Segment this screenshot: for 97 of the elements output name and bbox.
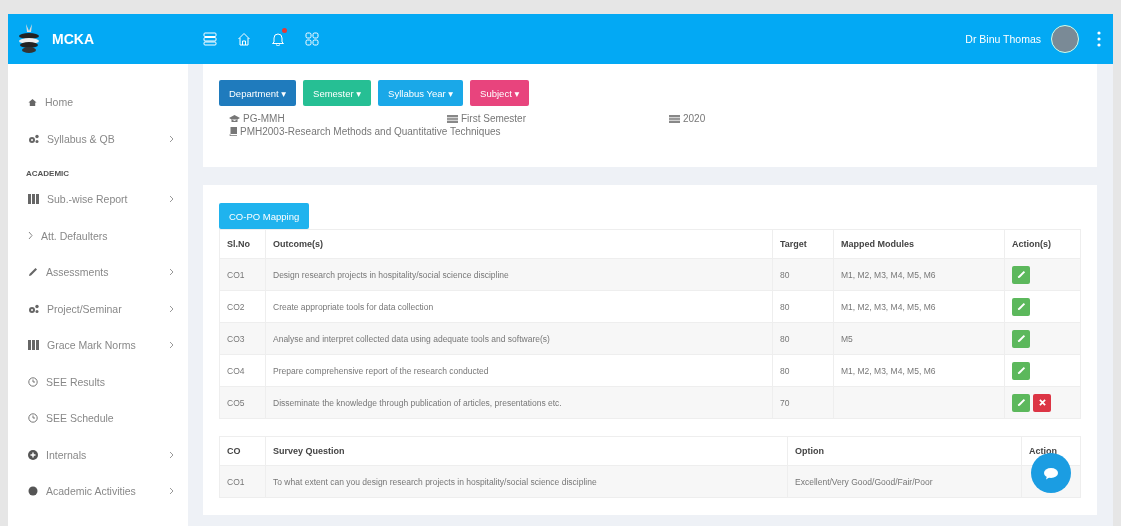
edit-button[interactable]: [1012, 297, 1030, 316]
table-cell: CO1: [227, 269, 245, 280]
chevron-right-icon: [169, 341, 174, 350]
column-header: Action(s): [1012, 239, 1051, 249]
table-cell: CO1: [227, 476, 245, 487]
clock-icon: [28, 413, 38, 424]
chevron-right-icon: [169, 134, 174, 143]
filter-dropdown[interactable]: Department ▾: [219, 80, 297, 106]
sidebar-item[interactable]: Internals: [46, 448, 87, 461]
co-po-mapping-button[interactable]: CO-PO Mapping: [219, 203, 310, 229]
table-cell: 80: [780, 301, 790, 312]
sidebar-item[interactable]: Assessments: [46, 266, 109, 279]
home-icon: [28, 97, 37, 107]
column-header: Action: [1029, 446, 1057, 456]
pencil-icon: [1016, 366, 1026, 375]
chevron-right-icon: [169, 304, 174, 313]
table-cell: M1, M2, M3, M4, M5, M6: [841, 269, 936, 280]
brand-name: MCKA: [52, 31, 94, 47]
book-icon: [229, 127, 237, 136]
section-heading: ACADEMIC: [25, 168, 71, 180]
table-cell: 80: [780, 365, 790, 376]
table-cell: M1, M2, M3, M4, M5, M6: [841, 365, 936, 376]
sidebar-item[interactable]: Sub.-wise Report: [47, 193, 128, 206]
table-cell: To what extent can you design research projects in hospitality/social science discipline: [273, 476, 597, 487]
pencil-icon: [28, 267, 38, 278]
table-cell: Excellent/Very Good/Good/Fair/Poor: [795, 476, 933, 487]
column-header: Sl.No: [227, 239, 250, 249]
table-cell: Design research projects in hospitality/social science discipline: [273, 269, 509, 280]
department-value: PG-MMH: [243, 113, 285, 124]
sidebar-item[interactable]: Syllabus & QB: [47, 132, 115, 145]
sidebar-item[interactable]: SEE Results: [46, 375, 105, 388]
edit-button[interactable]: [1012, 265, 1030, 284]
sidebar-item[interactable]: Att. Defaulters: [41, 229, 108, 242]
graduation-cap-icon: [229, 114, 240, 123]
column-header: Mapped Modules: [841, 239, 914, 249]
speech-bubble-icon: [1043, 466, 1059, 480]
column-header: Option: [795, 446, 824, 456]
table-cell: M5: [841, 333, 853, 344]
gears-icon: [28, 133, 39, 144]
table-cell: 80: [780, 333, 790, 344]
table-cell: CO4: [227, 365, 245, 376]
edit-button[interactable]: [1012, 393, 1030, 412]
filter-dropdown[interactable]: Semester ▾: [303, 80, 372, 106]
chevron-right-icon: [169, 268, 174, 277]
chevron-right-icon: [28, 231, 33, 241]
table-cell: 70: [780, 397, 790, 408]
column-header: Outcome(s): [273, 239, 323, 249]
chevron-right-icon: [169, 487, 174, 496]
subject-value: PMH2003-Research Methods and Quantitative Techniques: [240, 126, 501, 137]
sidebar-item[interactable]: Project/Seminar: [47, 302, 122, 315]
sidebar-item[interactable]: Grace Mark Norms: [47, 339, 136, 352]
grid-icon[interactable]: [305, 32, 319, 46]
table-cell: CO5: [227, 397, 245, 408]
table-icon: [447, 114, 458, 123]
table-cell: Prepare comprehensive report of the research conducted: [273, 365, 489, 376]
pencil-icon: [1016, 270, 1026, 279]
columns-icon: [28, 194, 39, 205]
striped-logo-icon: [18, 24, 40, 54]
plus-circle-icon: [28, 449, 38, 460]
table-cell: M1, M2, M3, M4, M5, M6: [841, 301, 936, 312]
filter-dropdown[interactable]: Syllabus Year ▾: [378, 80, 464, 106]
chat-button[interactable]: [1031, 453, 1071, 493]
edit-button[interactable]: [1012, 329, 1030, 348]
clock-icon: [28, 376, 38, 387]
edit-button[interactable]: [1012, 361, 1030, 380]
chevron-right-icon: [169, 195, 174, 204]
sidebar-item[interactable]: SEE Schedule: [46, 412, 114, 425]
table-cell: Analyse and interpret collected data using adequate tools and software(s): [273, 333, 550, 344]
sidebar-item[interactable]: Academic Activities: [46, 485, 136, 498]
table-cell: Create appropriate tools for data collection: [273, 301, 434, 312]
list-icon[interactable]: [203, 32, 217, 46]
user-name[interactable]: Dr Binu Thomas: [965, 33, 1041, 45]
home-icon[interactable]: [237, 32, 251, 46]
column-header: Target: [780, 239, 807, 249]
more-options-icon[interactable]: [1097, 31, 1101, 47]
column-header: Survey Question: [273, 446, 345, 456]
table-cell: CO2: [227, 301, 245, 312]
pencil-icon: [1016, 334, 1026, 343]
table-icon: [669, 114, 680, 123]
filter-dropdown[interactable]: Subject ▾: [470, 80, 530, 106]
close-icon: [1038, 399, 1046, 406]
circle-icon: [28, 486, 38, 497]
table-cell: 80: [780, 269, 790, 280]
delete-button[interactable]: [1033, 393, 1051, 412]
notification-bell-icon[interactable]: [271, 32, 285, 46]
pencil-icon: [1016, 302, 1026, 311]
pencil-icon: [1016, 398, 1026, 407]
semester-value: First Semester: [461, 113, 526, 124]
chevron-right-icon: [169, 450, 174, 459]
user-avatar[interactable]: [1051, 25, 1079, 53]
columns-icon: [28, 340, 39, 351]
table-cell: CO3: [227, 333, 245, 344]
year-value: 2020: [683, 113, 706, 124]
gears-icon: [28, 303, 39, 314]
table-cell: Disseminate the knowledge through publication of articles, presentations etc.: [273, 397, 562, 408]
column-header: CO: [227, 446, 241, 456]
sidebar-item[interactable]: Home: [45, 96, 73, 109]
